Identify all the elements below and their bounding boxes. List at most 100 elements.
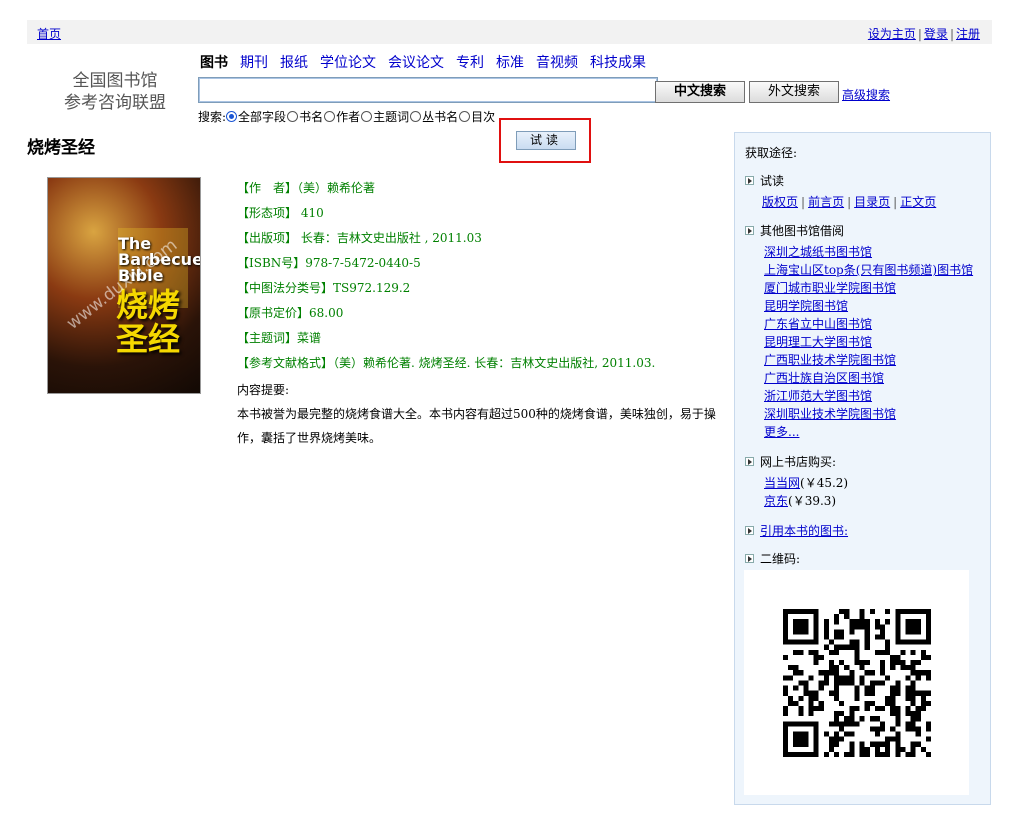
separator: |	[801, 195, 806, 209]
search-field-option[interactable]: 目次	[459, 108, 495, 125]
shop-item: 京东(￥39.3)	[764, 492, 848, 510]
search-input[interactable]	[198, 77, 658, 103]
book-detail-row: 【原书定价】68.00	[237, 306, 344, 320]
sidebar-section-trial: 试读	[745, 172, 784, 189]
separator: |	[917, 27, 922, 41]
tab-1[interactable]: 期刊	[240, 55, 268, 71]
trial-page-link[interactable]: 目录页	[854, 195, 890, 209]
search-field-option-label: 目次	[471, 110, 496, 124]
search-category-tabs: 图书 期刊 报纸 学位论文 会议论文 专利 标准 音视频 科技成果	[200, 52, 658, 72]
separator: |	[949, 27, 954, 41]
trial-page-links: 版权页 | 前言页 | 目录页 | 正文页	[759, 193, 939, 210]
search-field-option[interactable]: 书名	[287, 108, 323, 125]
home-link[interactable]: 首页	[37, 25, 61, 42]
arrow-bullet-icon	[745, 554, 754, 563]
tab-3[interactable]: 学位论文	[320, 55, 376, 71]
arrow-bullet-icon	[745, 226, 754, 235]
radio-button[interactable]	[361, 111, 373, 122]
radio-button[interactable]	[459, 111, 471, 122]
set-homepage-link[interactable]: 设为主页	[868, 27, 916, 41]
tab-8[interactable]: 科技成果	[590, 55, 646, 71]
citing-books-link[interactable]: 引用本书的图书:	[760, 522, 848, 539]
qr-code-label: 二维码:	[760, 552, 801, 566]
library-link[interactable]: 深圳职业技术学院图书馆	[764, 405, 973, 423]
trial-page-link[interactable]: 版权页	[762, 195, 798, 209]
shop-price: (￥39.3)	[788, 494, 837, 508]
other-libraries-label: 其他图书馆借阅	[760, 224, 845, 238]
summary-text: 本书被誉为最完整的烧烤食谱大全。本书内容有超过500种的烧烤食谱，美味独创，易于…	[237, 407, 716, 445]
library-link[interactable]: 深圳之城纸书图书馆	[764, 243, 973, 261]
book-detail-row: 【参考文献格式】（美）赖希伦著. 烧烤圣经. 长春：吉林文史出版社, 2011.…	[237, 356, 656, 370]
sidebar-section-citations: 引用本书的图书:	[745, 522, 848, 539]
arrow-bullet-icon	[745, 457, 754, 466]
shop-link[interactable]: 当当网	[764, 476, 800, 490]
chinese-search-button[interactable]: 中文搜索	[655, 81, 745, 103]
sidebar-heading: 获取途径:	[745, 146, 798, 160]
register-link[interactable]: 注册	[956, 27, 980, 41]
book-detail-row: 【ISBN号】978-7-5472-0440-5	[237, 256, 421, 270]
book-cover-image: The Barbecue! Bible 烧烤圣经 www.duxiu.com	[47, 177, 201, 394]
search-field-option-label: 书名	[299, 110, 324, 124]
radio-button[interactable]	[410, 111, 422, 122]
book-detail-row: 【主题词】菜谱	[237, 331, 322, 345]
search-field-option[interactable]: 丛书名	[410, 108, 458, 125]
trial-read-button[interactable]: 试读	[516, 131, 576, 150]
login-link[interactable]: 登录	[924, 27, 948, 41]
top-bar: 首页 设为主页 | 登录 | 注册	[27, 20, 992, 44]
online-shop-label: 网上书店购买:	[760, 455, 837, 469]
separator: |	[847, 195, 852, 209]
foreign-search-button[interactable]: 外文搜索	[749, 81, 839, 103]
tab-7[interactable]: 音视频	[536, 55, 578, 71]
radio-button[interactable]	[287, 111, 299, 122]
trial-section-label: 试读	[760, 174, 785, 188]
logo-line-1: 全国图书馆	[72, 71, 158, 91]
logo-line-2: 参考咨询联盟	[64, 93, 166, 113]
shop-list: 当当网(￥45.2) 京东(￥39.3)	[764, 474, 848, 510]
summary-label: 内容提要:	[237, 383, 290, 397]
search-field-option[interactable]: 全部字段	[226, 108, 286, 125]
shop-link[interactable]: 京东	[764, 494, 788, 508]
radio-button[interactable]	[324, 111, 336, 122]
search-field-option-label: 作者	[336, 110, 361, 124]
tab-5[interactable]: 专利	[456, 55, 484, 71]
book-detail-row: 【中图法分类号】TS972.129.2	[237, 281, 411, 295]
advanced-search-link[interactable]: 高级搜索	[842, 86, 890, 103]
acquisition-sidebar: 获取途径: 试读 版权页 | 前言页 | 目录页 | 正文页 其他图书馆借阅 深圳之城纸书图…	[734, 132, 991, 805]
trial-page-link[interactable]: 前言页	[808, 195, 844, 209]
tab-2[interactable]: 报纸	[280, 55, 308, 71]
arrow-bullet-icon	[745, 526, 754, 535]
sidebar-section-qr: 二维码:	[745, 550, 800, 567]
shop-price: (￥45.2)	[800, 476, 849, 490]
book-detail-row: 【作 者】（美）赖希伦著	[237, 181, 376, 195]
book-detail-row: 【出版项】 长春：吉林文史出版社 , 2011.03	[237, 231, 482, 245]
arrow-bullet-icon	[745, 176, 754, 185]
library-link[interactable]: 广东省立中山图书馆	[764, 315, 973, 333]
tab-6[interactable]: 标准	[496, 55, 524, 71]
library-link[interactable]: 昆明学院图书馆	[764, 297, 973, 315]
search-field-option-label: 主题词	[373, 110, 410, 124]
search-field-option[interactable]: 作者	[324, 108, 360, 125]
library-link[interactable]: 厦门城市职业学院图书馆	[764, 279, 973, 297]
more-libraries-link[interactable]: 更多...	[764, 423, 973, 441]
book-detail-row: 【形态项】 410	[237, 206, 324, 220]
sidebar-section-other-libraries: 其他图书馆借阅	[745, 222, 844, 239]
library-list: 深圳之城纸书图书馆 上海宝山区top条(只有图书频道)图书馆 厦门城市职业学院图书馆…	[764, 243, 973, 441]
tab-4[interactable]: 会议论文	[388, 55, 444, 71]
library-link[interactable]: 浙江师范大学图书馆	[764, 387, 973, 405]
radio-button[interactable]	[226, 111, 238, 122]
trial-page-link[interactable]: 正文页	[900, 195, 936, 209]
search-field-option[interactable]: 主题词	[361, 108, 409, 125]
library-link[interactable]: 广西职业技术学院图书馆	[764, 351, 973, 369]
cover-chinese-title: 烧烤圣经	[116, 286, 181, 358]
sidebar-section-online-shop: 网上书店购买:	[745, 453, 836, 470]
book-title: 烧烤圣经	[27, 138, 95, 158]
qr-code-panel	[744, 570, 969, 795]
search-field-option-label: 全部字段	[238, 110, 287, 124]
library-link[interactable]: 广西壮族自治区图书馆	[764, 369, 973, 387]
tab-0[interactable]: 图书	[200, 55, 228, 71]
qr-code-image	[783, 609, 931, 757]
separator: |	[893, 195, 898, 209]
library-link[interactable]: 上海宝山区top条(只有图书频道)图书馆	[764, 261, 973, 279]
site-logo[interactable]: 全国图书馆 参考咨询联盟	[55, 70, 175, 114]
library-link[interactable]: 昆明理工大学图书馆	[764, 333, 973, 351]
